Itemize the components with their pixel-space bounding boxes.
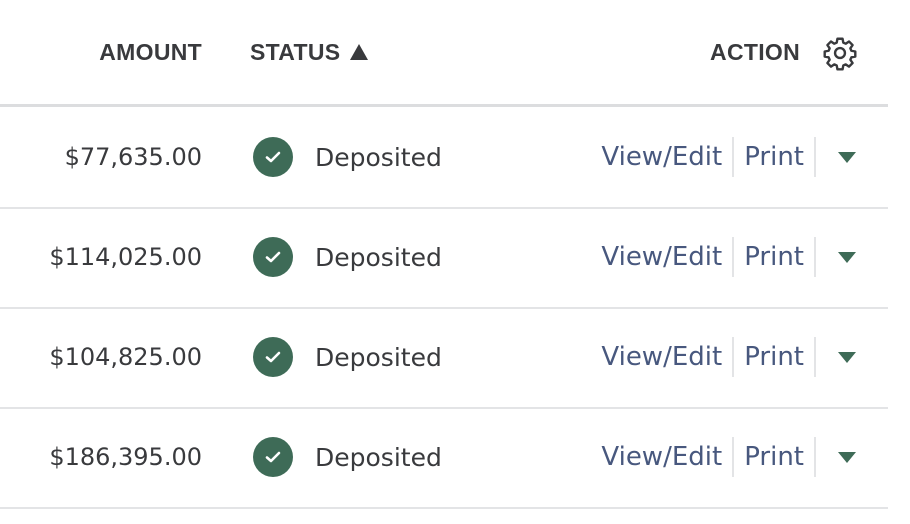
view-edit-link[interactable]: View/Edit (601, 142, 722, 172)
action-divider (732, 337, 735, 377)
amount-cell: $104,825.00 (49, 343, 202, 371)
action-divider (732, 137, 735, 177)
action-divider (814, 137, 816, 177)
status-cell: Deposited (253, 137, 442, 177)
table-row: $104,825.00 Deposited View/Edit Print (0, 307, 888, 409)
checkmark-icon (265, 451, 281, 463)
action-divider (814, 337, 816, 377)
check-circle-icon (253, 337, 293, 377)
view-edit-link[interactable]: View/Edit (601, 442, 722, 472)
action-cell: View/Edit Print (601, 337, 856, 377)
transactions-table: AMOUNT STATUS ACTION $77,635.00 Deposite… (0, 0, 888, 524)
status-label: Deposited (315, 442, 442, 472)
check-circle-icon (253, 237, 293, 277)
status-label: Deposited (315, 242, 442, 272)
gear-icon[interactable] (822, 35, 858, 71)
table-header: AMOUNT STATUS ACTION (0, 0, 888, 107)
status-cell: Deposited (253, 237, 442, 277)
caret-down-icon[interactable] (838, 251, 856, 263)
column-header-status-label: STATUS (250, 39, 341, 65)
print-link[interactable]: Print (744, 242, 804, 272)
action-divider (732, 437, 735, 477)
action-cell: View/Edit Print (601, 137, 856, 177)
action-divider (814, 437, 816, 477)
status-cell: Deposited (253, 437, 442, 477)
table-row: $186,395.00 Deposited View/Edit Print (0, 407, 888, 509)
view-edit-link[interactable]: View/Edit (601, 342, 722, 372)
print-link[interactable]: Print (744, 142, 804, 172)
status-label: Deposited (315, 142, 442, 172)
action-cell: View/Edit Print (601, 437, 856, 477)
action-divider (732, 237, 735, 277)
checkmark-icon (265, 351, 281, 363)
amount-cell: $77,635.00 (64, 143, 202, 171)
view-edit-link[interactable]: View/Edit (601, 242, 722, 272)
column-header-status[interactable]: STATUS (250, 38, 369, 66)
caret-down-icon[interactable] (838, 351, 856, 363)
table-row: $77,635.00 Deposited View/Edit Print (0, 107, 888, 209)
check-circle-icon (253, 137, 293, 177)
print-link[interactable]: Print (744, 442, 804, 472)
status-label: Deposited (315, 342, 442, 372)
amount-cell: $114,025.00 (49, 243, 202, 271)
column-header-action: ACTION (710, 39, 800, 65)
action-divider (814, 237, 816, 277)
column-header-amount[interactable]: AMOUNT (99, 38, 202, 66)
status-cell: Deposited (253, 337, 442, 377)
caret-down-icon[interactable] (838, 451, 856, 463)
action-cell: View/Edit Print (601, 237, 856, 277)
sort-ascending-icon (350, 44, 369, 60)
caret-down-icon[interactable] (838, 151, 856, 163)
check-circle-icon (253, 437, 293, 477)
print-link[interactable]: Print (744, 342, 804, 372)
amount-cell: $186,395.00 (49, 443, 202, 471)
checkmark-icon (265, 251, 281, 263)
table-row: $114,025.00 Deposited View/Edit Print (0, 207, 888, 309)
checkmark-icon (265, 151, 281, 163)
